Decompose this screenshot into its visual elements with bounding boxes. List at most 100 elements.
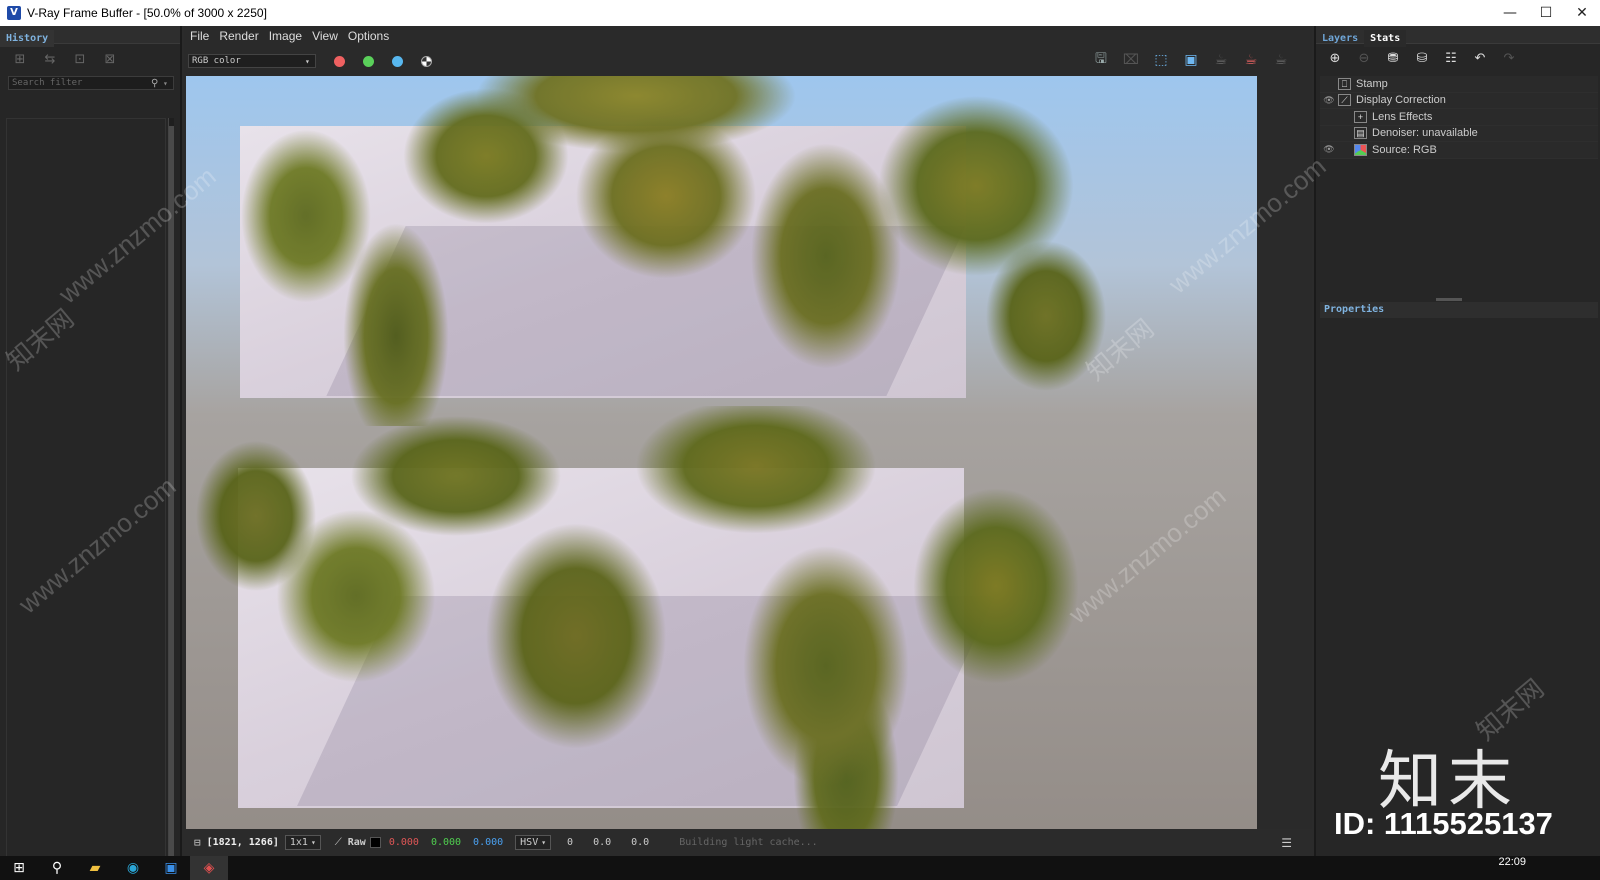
render-viewport[interactable] xyxy=(186,76,1257,829)
menu-view[interactable]: View xyxy=(312,29,338,43)
undo-icon[interactable]: ↶ xyxy=(1469,48,1491,68)
interactive-render-icon[interactable]: ☕ xyxy=(1270,50,1292,70)
save-image-icon[interactable]: 🖫 xyxy=(1090,50,1112,70)
green-value: 0.000 xyxy=(430,837,462,848)
colorspace-value: HSV xyxy=(520,837,539,848)
tab-stats[interactable]: Stats xyxy=(1364,30,1407,47)
layer-row[interactable]: ⎕ Stamp xyxy=(1320,76,1598,93)
load-history-icon[interactable]: ⊡ xyxy=(70,51,90,67)
alpha-channel-toggle[interactable] xyxy=(421,55,432,67)
layer-name: Display Correction xyxy=(1356,94,1446,107)
pixel-coords: [1821, 1266] xyxy=(206,837,279,848)
watermark-id: ID: 1115525137 xyxy=(1334,806,1553,841)
layer-row[interactable]: ▤ Denoiser: unavailable xyxy=(1320,125,1598,142)
region-render-icon[interactable]: ▣ xyxy=(1180,50,1202,70)
compare-ab-icon[interactable]: ⇆ xyxy=(40,51,60,67)
log-icon[interactable]: ☰ xyxy=(1281,836,1292,850)
value-value: 0.0 xyxy=(631,837,650,848)
remove-history-icon[interactable]: ⊠ xyxy=(100,51,120,67)
eye-icon[interactable]: 👁 xyxy=(1320,95,1338,106)
chevron-down-icon[interactable]: ▾ xyxy=(163,79,173,88)
app-icon[interactable]: ◈ xyxy=(190,856,228,880)
green-channel-toggle[interactable] xyxy=(363,55,374,67)
chevron-down-icon: ▾ xyxy=(541,838,547,847)
zoom-select[interactable]: 1x1 ▾ xyxy=(284,835,321,850)
layers-toolbar: ⊕ ⊖ ⛃ ⛁ ☷ ↶ ↷ xyxy=(1316,44,1600,72)
properties-header: Properties xyxy=(1320,302,1598,318)
lock-icon[interactable]: ⊟ xyxy=(194,836,201,849)
maximize-button[interactable]: ☐ xyxy=(1528,0,1564,26)
denoiser-icon: ▤ xyxy=(1354,127,1367,140)
store-icon[interactable]: ▣ xyxy=(152,856,190,880)
delete-layer-icon[interactable]: ⊖ xyxy=(1353,48,1375,68)
menu-file[interactable]: File xyxy=(190,29,209,43)
menu-bar: File Render Image View Options xyxy=(184,26,1312,46)
vray-icon: V xyxy=(7,6,21,20)
blue-value: 0.000 xyxy=(473,837,504,848)
tab-layers[interactable]: Layers xyxy=(1316,30,1364,47)
status-bar: ⊟ [1821, 1266] 1x1 ▾ ⟋ Raw 0.000 0.000 0.… xyxy=(184,829,1312,856)
history-list xyxy=(6,118,166,870)
layer-name: Denoiser: unavailable xyxy=(1372,127,1478,140)
render-last-icon[interactable]: ☕ xyxy=(1210,50,1232,70)
blue-channel-toggle[interactable] xyxy=(392,55,403,67)
colorspace-select[interactable]: HSV ▾ xyxy=(515,835,552,850)
layer-row[interactable]: 👁 ⟋ Display Correction xyxy=(1320,92,1598,109)
stamp-icon: ⎕ xyxy=(1338,77,1351,90)
color-swatch xyxy=(369,837,381,848)
search-icon[interactable]: ⚲ xyxy=(38,856,76,880)
eye-icon[interactable]: 👁 xyxy=(1320,144,1338,155)
saturation-value: 0.0 xyxy=(593,837,612,848)
red-value: 0.000 xyxy=(388,837,419,848)
add-layer-icon[interactable]: ⊕ xyxy=(1324,48,1346,68)
status-message: Building light cache... xyxy=(679,837,818,848)
chevron-down-icon: ▾ xyxy=(305,56,310,66)
save-history-icon[interactable]: ⊞ xyxy=(10,51,30,67)
file-explorer-icon[interactable]: ▰ xyxy=(76,856,114,880)
stop-render-icon[interactable]: ☕ xyxy=(1240,50,1262,70)
menu-render[interactable]: Render xyxy=(219,29,258,43)
layer-name: Stamp xyxy=(1356,77,1388,90)
tab-history[interactable]: History xyxy=(0,30,55,47)
track-mouse-icon[interactable]: ⬚ xyxy=(1150,50,1172,70)
hue-value: 0 xyxy=(567,837,574,848)
color-picker-icon[interactable]: ⟋ xyxy=(335,837,342,848)
render-tools: 🖫 ⌧ ⬚ ▣ ☕ ☕ ☕ xyxy=(1090,50,1292,70)
windows-start-icon[interactable]: ⊞ xyxy=(0,856,38,880)
redo-icon[interactable]: ↷ xyxy=(1498,48,1520,68)
channel-value: RGB color xyxy=(192,56,241,66)
save-layers-icon[interactable]: ⛃ xyxy=(1382,48,1404,68)
panel-splitter[interactable] xyxy=(1436,298,1462,301)
history-scrollbar[interactable] xyxy=(168,118,174,870)
search-input[interactable]: Search filter xyxy=(12,78,151,88)
layer-row[interactable]: + Lens Effects xyxy=(1320,109,1598,126)
channel-select[interactable]: RGB color ▾ xyxy=(188,54,316,68)
chevron-down-icon: ▾ xyxy=(310,838,316,847)
windows-taskbar: ⊞ ⚲ ▰ ◉ ▣ ◈ 22:09 xyxy=(0,856,1600,880)
load-layers-icon[interactable]: ⛁ xyxy=(1411,48,1433,68)
lower-ivy-foliage xyxy=(196,406,1096,829)
layers-list: ⎕ Stamp 👁 ⟋ Display Correction + Lens Effect… xyxy=(1320,76,1598,159)
red-channel-toggle[interactable] xyxy=(334,55,345,67)
window-titlebar: V V-Ray Frame Buffer - [50.0% of 3000 x … xyxy=(0,0,1600,26)
history-toolbar: ⊞ ⇆ ⊡ ⊠ xyxy=(0,44,180,74)
history-tabs: History xyxy=(0,26,180,47)
close-button[interactable]: ✕ xyxy=(1564,0,1600,26)
layer-name: Source: RGB xyxy=(1372,143,1437,156)
history-panel: History ⊞ ⇆ ⊡ ⊠ Search filter ⚲ ▾ xyxy=(0,26,182,870)
menu-options[interactable]: Options xyxy=(348,29,389,43)
clear-image-icon[interactable]: ⌧ xyxy=(1120,50,1142,70)
search-icon[interactable]: ⚲ xyxy=(151,78,163,89)
search-filter-field[interactable]: Search filter ⚲ ▾ xyxy=(8,76,174,90)
layer-presets-icon[interactable]: ☷ xyxy=(1440,48,1462,68)
layer-row[interactable]: 👁 Source: RGB xyxy=(1320,142,1598,159)
scrollbar-thumb[interactable] xyxy=(169,126,174,862)
layer-name: Lens Effects xyxy=(1372,110,1433,123)
raw-mode[interactable]: Raw xyxy=(348,837,366,848)
zoom-value: 1x1 xyxy=(289,837,308,848)
minimize-button[interactable]: — xyxy=(1492,0,1528,26)
upper-ivy-foliage xyxy=(186,76,1106,426)
edge-icon[interactable]: ◉ xyxy=(114,856,152,880)
frame-buffer-main: File Render Image View Options RGB color… xyxy=(184,26,1312,856)
menu-image[interactable]: Image xyxy=(269,29,302,43)
